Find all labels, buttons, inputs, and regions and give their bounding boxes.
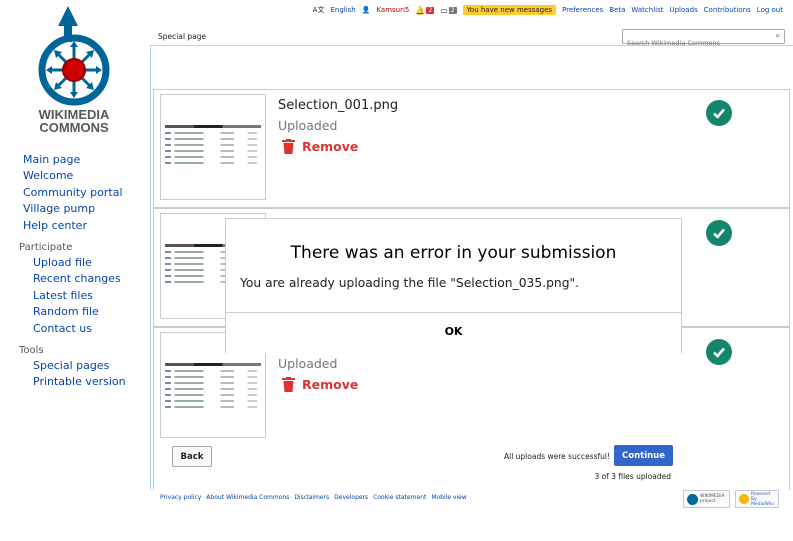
file-thumbnail (160, 94, 266, 200)
file-name: Selection_001.png (278, 98, 399, 113)
participate-heading: Participate (19, 242, 73, 254)
user-page-link[interactable]: Kamsuri5 (376, 6, 409, 14)
logout-link[interactable]: Log out (757, 6, 783, 14)
personal-toolbar: A文 English 👤 Kamsuri5 🔔 2 ▭ 2 You have n… (313, 3, 783, 17)
dialog-message: You are already uploading the file "Sele… (240, 276, 580, 290)
footer-developers-link[interactable]: Developers (334, 494, 368, 501)
footer-about-link[interactable]: About Wikimedia Commons (206, 494, 289, 501)
svg-text:COMMONS: COMMONS (39, 120, 109, 135)
dialog-title: There was an error in your submission (290, 243, 617, 263)
back-button[interactable]: Back (172, 446, 212, 467)
search-input[interactable] (623, 36, 763, 50)
trash-icon (282, 377, 295, 392)
continue-button[interactable]: Continue (614, 445, 673, 466)
beta-link[interactable]: Beta (609, 6, 625, 14)
footer-links: Privacy policy About Wikimedia Commons D… (160, 494, 467, 501)
sidebar-item-random-file[interactable]: Random file (33, 305, 99, 318)
sidebar-item-recent-changes[interactable]: Recent changes (33, 272, 121, 285)
sidebar: Main page Welcome Community portal Villa… (0, 152, 150, 399)
upload-count: 3 of 3 files uploaded (594, 472, 671, 481)
site-logo[interactable]: WIKIMEDIA COMMONS (20, 2, 135, 135)
tools-portal: Tools Special pages Printable version (0, 345, 150, 391)
footer-cookie-link[interactable]: Cookie statement (373, 494, 426, 501)
sidebar-item-upload-file[interactable]: Upload file (33, 256, 92, 269)
content-border (150, 46, 151, 490)
tray-icon: ▭ (440, 5, 448, 15)
sidebar-item-printable-version[interactable]: Printable version (33, 375, 126, 388)
language-icon[interactable]: A文 (313, 5, 325, 15)
sidebar-item-welcome[interactable]: Welcome (23, 169, 73, 182)
commons-logo-icon: WIKIMEDIA COMMONS (38, 6, 110, 135)
tools-heading: Tools (19, 345, 44, 357)
remove-label: Remove (302, 377, 359, 392)
language-link[interactable]: English (330, 6, 355, 14)
footer-mobile-link[interactable]: Mobile view (431, 494, 466, 501)
trash-icon (282, 139, 295, 154)
footer-privacy-link[interactable]: Privacy policy (160, 494, 201, 501)
upload-actions-bar: Back All uploads were successful! Contin… (153, 440, 790, 490)
watchlist-link[interactable]: Watchlist (631, 6, 663, 14)
navigation-portal: Main page Welcome Community portal Villa… (0, 152, 150, 234)
sidebar-item-main-page[interactable]: Main page (23, 153, 80, 166)
wikimedia-project-badge[interactable]: WIKIMEDIA project (683, 490, 730, 508)
page-tabs: Special page ⌕ (150, 26, 793, 50)
remove-button[interactable]: Remove (282, 139, 358, 154)
sidebar-item-community-portal[interactable]: Community portal (23, 186, 123, 199)
notices-count: 2 (448, 6, 457, 14)
upload-status: Uploaded (278, 356, 338, 371)
tab-special-page[interactable]: Special page (152, 26, 213, 46)
remove-label: Remove (302, 139, 359, 154)
bell-icon: 🔔 (415, 5, 426, 15)
footer-disclaimers-link[interactable]: Disclaimers (294, 494, 329, 501)
participate-portal: Participate Upload file Recent changes L… (0, 242, 150, 337)
search-box[interactable]: ⌕ (622, 29, 785, 50)
upload-item: Selection_001.png Uploaded Remove (153, 89, 790, 208)
footer-badges: WIKIMEDIA project Powered By MediaWiki (683, 490, 779, 508)
sidebar-item-help-center[interactable]: Help center (23, 219, 87, 232)
sidebar-item-contact-us[interactable]: Contact us (33, 322, 92, 335)
mediawiki-badge-label: Powered By MediaWiki (751, 491, 774, 507)
sidebar-item-special-pages[interactable]: Special pages (33, 359, 109, 372)
upload-status: Uploaded (278, 118, 338, 133)
preferences-link[interactable]: Preferences (562, 6, 603, 14)
user-icon: 👤 (361, 6, 371, 14)
powered-by-mediawiki-badge[interactable]: Powered By MediaWiki (735, 490, 779, 508)
alerts-count: 2 (426, 6, 435, 14)
success-check-icon (706, 100, 732, 126)
new-messages-link[interactable]: You have new messages (462, 5, 557, 15)
success-message: All uploads were successful! (503, 452, 610, 461)
sidebar-item-village-pump[interactable]: Village pump (23, 202, 95, 215)
search-icon[interactable]: ⌕ (776, 31, 780, 41)
contributions-link[interactable]: Contributions (704, 6, 751, 14)
wikimedia-badge-label: WIKIMEDIA project (700, 494, 725, 504)
wikimedia-logo-icon (687, 493, 698, 505)
remove-button[interactable]: Remove (282, 377, 358, 392)
sidebar-item-latest-files[interactable]: Latest files (33, 289, 93, 302)
uploads-link[interactable]: Uploads (669, 6, 697, 14)
success-check-icon (706, 339, 732, 365)
notices-button[interactable]: ▭ 2 (440, 5, 457, 15)
mediawiki-logo-icon (739, 494, 749, 504)
success-check-icon (706, 220, 732, 246)
error-dialog: There was an error in your submission Yo… (225, 218, 682, 353)
dialog-divider (226, 312, 681, 313)
dialog-ok-button[interactable]: OK (226, 314, 681, 354)
alerts-button[interactable]: 🔔 2 (415, 5, 435, 15)
